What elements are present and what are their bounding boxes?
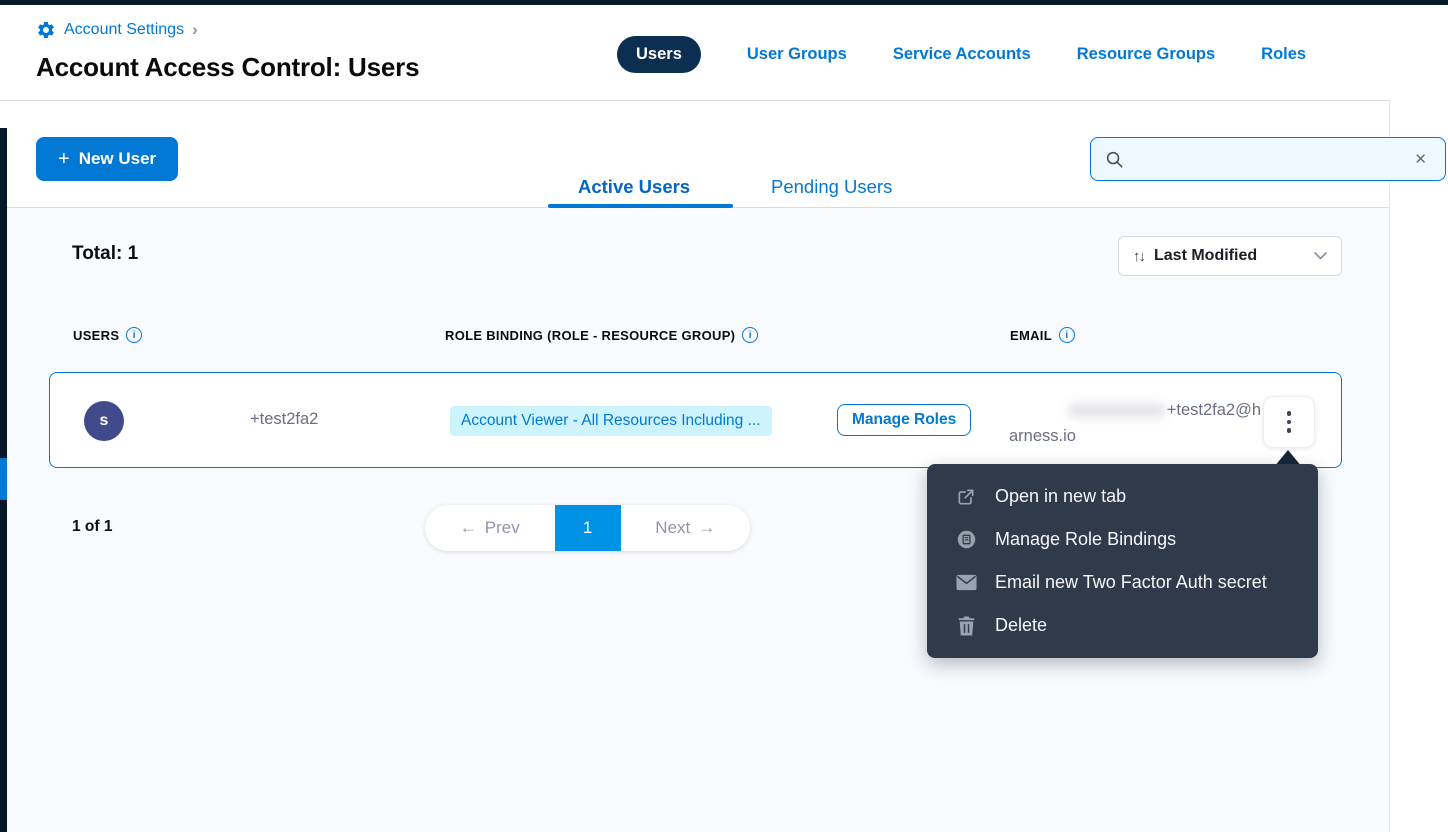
- column-header-role-binding: ROLE BINDING (ROLE - RESOURCE GROUP) i: [445, 327, 758, 343]
- search-input[interactable]: [1134, 150, 1410, 168]
- gear-icon: [36, 20, 56, 40]
- top-nav: Users User Groups Service Accounts Resou…: [617, 36, 1306, 73]
- chevron-right-icon: ›: [192, 20, 198, 40]
- account-access-control-page: Account Settings › Account Access Contro…: [0, 0, 1448, 832]
- column-header-users: USERS i: [73, 327, 142, 343]
- sidebar-strip-active-indicator: [0, 458, 7, 500]
- pagination-range-label: 1 of 1: [72, 518, 112, 536]
- email-line-2: arness.io: [1009, 423, 1261, 449]
- tab-service-accounts[interactable]: Service Accounts: [893, 45, 1031, 64]
- column-header-email: EMAIL i: [1010, 327, 1075, 343]
- sort-dropdown[interactable]: ↑↓ Last Modified: [1118, 236, 1342, 276]
- pagination-prev-button[interactable]: ← Prev: [425, 505, 555, 551]
- breadcrumb: Account Settings ›: [36, 20, 198, 40]
- pagination-page-1[interactable]: 1: [555, 505, 621, 551]
- arrow-right-icon: →: [698, 518, 715, 538]
- menu-item-label: Open in new tab: [995, 486, 1126, 507]
- info-icon[interactable]: i: [126, 327, 142, 343]
- external-link-icon: [955, 487, 977, 507]
- sort-selected-value: Last Modified: [1154, 247, 1304, 265]
- email-header-label: EMAIL: [1010, 328, 1052, 343]
- users-header-label: USERS: [73, 328, 119, 343]
- sort-arrows-icon: ↑↓: [1133, 248, 1144, 265]
- user-name: +test2fa2: [250, 410, 318, 429]
- kebab-dot: [1287, 411, 1292, 416]
- breadcrumb-account-settings-link[interactable]: Account Settings: [64, 21, 184, 39]
- tab-pending-users[interactable]: Pending Users: [771, 176, 892, 198]
- row-context-menu: Open in new tab Manage Role Bindings Ema…: [927, 464, 1318, 658]
- chevron-down-icon: [1314, 252, 1327, 260]
- pagination-control: ← Prev 1 Next →: [425, 505, 750, 551]
- active-tab-underline: [548, 204, 733, 208]
- prev-label: Prev: [485, 518, 520, 538]
- tab-user-groups[interactable]: User Groups: [747, 45, 847, 64]
- tab-roles[interactable]: Roles: [1261, 45, 1306, 64]
- kebab-dot: [1287, 420, 1292, 425]
- role-bindings-icon: [955, 529, 977, 550]
- avatar: s: [84, 401, 124, 441]
- role-binding-chip[interactable]: Account Viewer - All Resources Including…: [450, 406, 772, 436]
- role-binding-header-label: ROLE BINDING (ROLE - RESOURCE GROUP): [445, 328, 735, 343]
- new-user-label: New User: [79, 149, 156, 169]
- manage-roles-button[interactable]: Manage Roles: [837, 404, 971, 436]
- tab-resource-groups[interactable]: Resource Groups: [1077, 45, 1215, 64]
- pagination-next-button[interactable]: Next →: [621, 505, 751, 551]
- page-title: Account Access Control: Users: [36, 52, 419, 83]
- email-icon: [955, 574, 977, 591]
- email-visible-part: +test2fa2@h: [1167, 397, 1261, 423]
- menu-item-label: Manage Role Bindings: [995, 529, 1176, 550]
- row-options-button[interactable]: [1263, 396, 1315, 448]
- kebab-dot: [1287, 428, 1292, 433]
- search-icon: [1105, 150, 1124, 169]
- menu-item-label: Delete: [995, 615, 1047, 636]
- menu-item-open-in-new-tab[interactable]: Open in new tab: [927, 475, 1318, 518]
- plus-icon: +: [58, 149, 70, 169]
- new-user-button[interactable]: + New User: [36, 137, 178, 181]
- content-right-border: [1389, 100, 1390, 832]
- email-line-1: +test2fa2@h: [1009, 397, 1261, 423]
- close-icon[interactable]: ✕: [1410, 148, 1431, 170]
- table-row[interactable]: s +test2fa2 Account Viewer - All Resourc…: [49, 372, 1342, 468]
- menu-item-manage-role-bindings[interactable]: Manage Role Bindings: [927, 518, 1318, 561]
- header-divider: [0, 100, 1390, 101]
- search-box[interactable]: ✕: [1090, 137, 1446, 181]
- tab-active-users[interactable]: Active Users: [578, 176, 690, 198]
- delete-icon: [955, 616, 977, 636]
- total-count-label: Total: 1: [72, 243, 138, 265]
- next-label: Next: [655, 518, 690, 538]
- menu-item-email-two-factor-secret[interactable]: Email new Two Factor Auth secret: [927, 561, 1318, 604]
- info-icon[interactable]: i: [742, 327, 758, 343]
- email-cell: +test2fa2@h arness.io: [1009, 397, 1261, 449]
- menu-item-delete[interactable]: Delete: [927, 604, 1318, 647]
- info-icon[interactable]: i: [1059, 327, 1075, 343]
- redacted-email-prefix: [1069, 404, 1165, 417]
- top-edge-strip: [0, 0, 1448, 5]
- arrow-left-icon: ←: [460, 518, 477, 538]
- menu-item-label: Email new Two Factor Auth secret: [995, 572, 1267, 593]
- tab-users[interactable]: Users: [617, 36, 701, 73]
